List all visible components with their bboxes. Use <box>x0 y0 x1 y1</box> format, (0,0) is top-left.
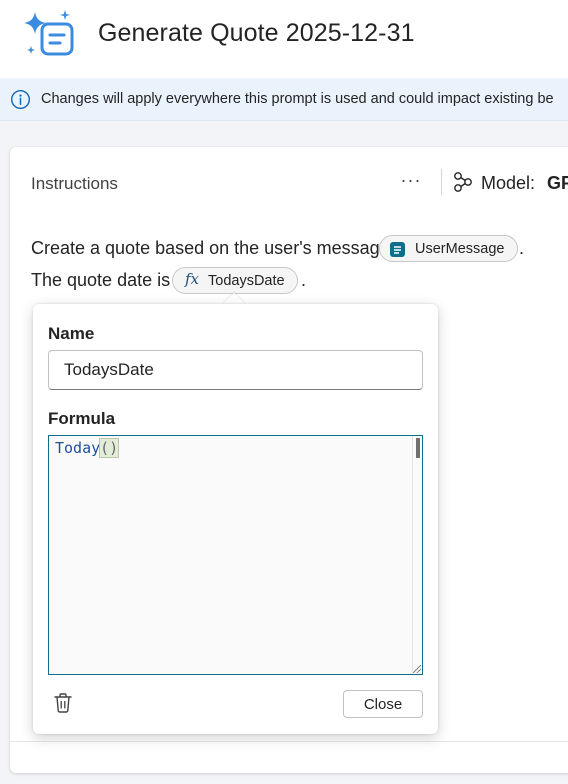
formula-fx-icon: fx <box>185 270 200 288</box>
formula-scrollbar[interactable] <box>412 436 422 674</box>
card-divider <box>10 741 568 742</box>
resize-grip-icon[interactable] <box>413 665 421 673</box>
variable-edit-popup: Name Formula Today() Close <box>33 304 438 734</box>
banner-text: Changes will apply everywhere this promp… <box>41 91 554 107</box>
page-header: Generate Quote 2025-12-31 <box>0 0 568 78</box>
model-label: Model: <box>481 173 536 193</box>
toolbar-divider <box>441 169 442 195</box>
formula-parens: () <box>99 438 120 458</box>
formula-function: Today <box>55 439 101 457</box>
trash-icon[interactable] <box>52 692 74 714</box>
instruction-line-1[interactable]: Create a quote based on the user's messa… <box>31 238 390 259</box>
sentence-period: . <box>519 238 525 258</box>
instruction-line-2[interactable]: The quote date is <box>31 270 170 291</box>
sentence-period: . <box>301 270 307 290</box>
formula-text[interactable]: Today() <box>55 438 120 458</box>
user-message-chip[interactable]: UserMessage <box>379 235 518 262</box>
name-label: Name <box>48 324 95 343</box>
formula-label: Formula <box>48 409 116 428</box>
scrollbar-thumb[interactable] <box>416 438 420 458</box>
model-icon[interactable] <box>453 171 473 193</box>
instructions-title: Instructions <box>31 174 118 193</box>
model-selector[interactable]: GP <box>547 173 568 194</box>
todays-date-chip[interactable]: fx TodaysDate <box>172 267 298 294</box>
formula-editor[interactable]: Today() <box>48 435 423 675</box>
input-variable-icon <box>390 242 405 257</box>
more-options-button[interactable]: ··· <box>396 169 426 195</box>
chip-label: TodaysDate <box>208 273 285 289</box>
info-icon <box>10 89 31 110</box>
close-button[interactable]: Close <box>343 690 423 718</box>
page-title: Generate Quote 2025-12-31 <box>98 19 415 47</box>
info-banner: Changes will apply everywhere this promp… <box>0 79 568 121</box>
sparkle-document-icon <box>24 10 74 56</box>
chip-label: UserMessage <box>415 241 505 257</box>
name-input[interactable] <box>48 350 423 390</box>
